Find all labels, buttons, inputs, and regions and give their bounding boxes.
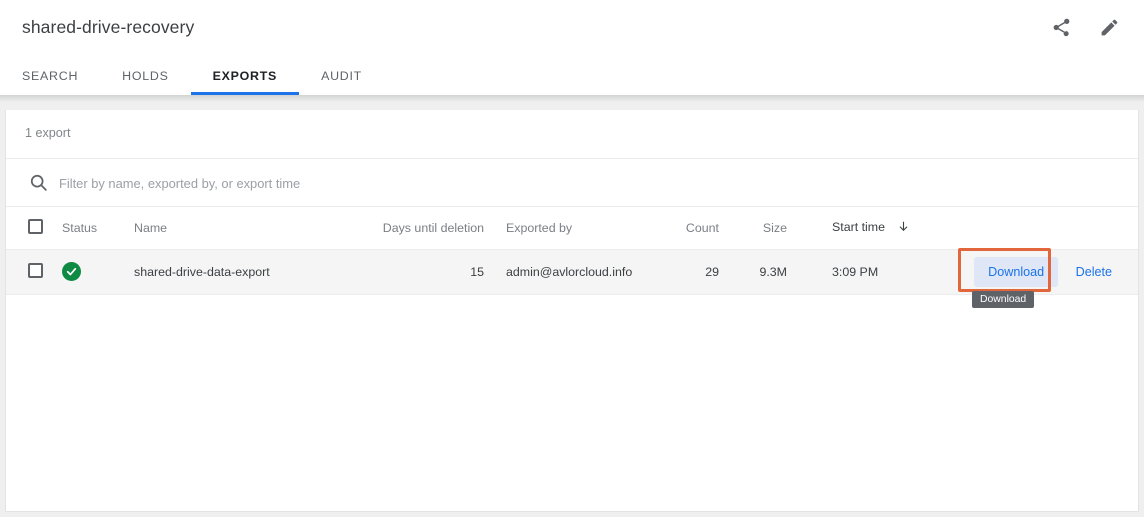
table-header-row: Status Name Days until deletion Exported… bbox=[6, 207, 1138, 250]
page-title: shared-drive-recovery bbox=[22, 17, 195, 37]
column-header-size[interactable]: Size bbox=[719, 207, 787, 250]
column-header-actions bbox=[932, 207, 1138, 250]
header-shadow bbox=[0, 95, 1144, 102]
tab-search[interactable]: SEARCH bbox=[0, 56, 100, 95]
row-name-cell: shared-drive-data-export bbox=[134, 249, 364, 295]
share-button[interactable] bbox=[1044, 10, 1078, 44]
tab-exports[interactable]: EXPORTS bbox=[190, 56, 300, 95]
edit-icon bbox=[1099, 17, 1120, 38]
matter-header: shared-drive-recovery SEARCH HOLDS EXPOR… bbox=[0, 0, 1144, 95]
column-header-name[interactable]: Name bbox=[134, 207, 364, 250]
tab-bar: SEARCH HOLDS EXPORTS AUDIT bbox=[0, 56, 384, 95]
row-actions-cell: Download Delete bbox=[932, 249, 1138, 295]
share-icon bbox=[1051, 17, 1072, 38]
exports-panel: 1 export Status bbox=[5, 110, 1139, 512]
download-button[interactable]: Download bbox=[974, 256, 1059, 287]
table-body: shared-drive-data-export 15 admin@avlorc… bbox=[6, 249, 1138, 295]
row-status-cell bbox=[54, 249, 134, 295]
row-checkbox[interactable] bbox=[28, 262, 43, 278]
search-icon bbox=[28, 172, 49, 193]
delete-button[interactable]: Delete bbox=[1062, 257, 1126, 287]
filter-bar bbox=[6, 159, 1138, 207]
tab-search-label: SEARCH bbox=[22, 68, 79, 83]
row-count-cell: 29 bbox=[639, 249, 719, 295]
edit-button[interactable] bbox=[1092, 10, 1126, 44]
select-all-checkbox[interactable] bbox=[28, 218, 43, 234]
header-actions bbox=[1044, 10, 1126, 44]
tab-audit[interactable]: AUDIT bbox=[299, 56, 384, 95]
column-header-days-until-deletion[interactable]: Days until deletion bbox=[364, 207, 484, 250]
tab-audit-label: AUDIT bbox=[321, 68, 362, 83]
row-start-time-cell: 3:09 PM bbox=[787, 249, 932, 295]
app-window: shared-drive-recovery SEARCH HOLDS EXPOR… bbox=[0, 0, 1144, 517]
export-count-bar: 1 export bbox=[6, 110, 1138, 159]
tab-holds[interactable]: HOLDS bbox=[100, 56, 190, 95]
status-complete-icon bbox=[62, 262, 81, 281]
table-header: Status Name Days until deletion Exported… bbox=[6, 207, 1138, 250]
column-header-start-time[interactable]: Start time bbox=[787, 207, 932, 250]
row-days-cell: 15 bbox=[364, 249, 484, 295]
filter-input[interactable] bbox=[59, 159, 759, 207]
column-header-exported-by[interactable]: Exported by bbox=[484, 207, 639, 250]
column-header-count[interactable]: Count bbox=[639, 207, 719, 250]
exports-table: Status Name Days until deletion Exported… bbox=[6, 207, 1138, 295]
row-select-cell bbox=[6, 249, 54, 295]
column-header-status[interactable]: Status bbox=[54, 207, 134, 250]
table-row[interactable]: shared-drive-data-export 15 admin@avlorc… bbox=[6, 249, 1138, 295]
tab-exports-label: EXPORTS bbox=[212, 68, 278, 83]
select-all-header bbox=[6, 207, 54, 250]
row-exported-by-cell: admin@avlorcloud.info bbox=[484, 249, 639, 295]
download-tooltip: Download bbox=[972, 291, 1035, 308]
column-header-start-time-label: Start time bbox=[832, 219, 886, 234]
sort-descending-icon bbox=[897, 220, 910, 236]
export-count-label: 1 export bbox=[25, 126, 71, 140]
tab-holds-label: HOLDS bbox=[122, 68, 169, 83]
row-size-cell: 9.3M bbox=[719, 249, 787, 295]
